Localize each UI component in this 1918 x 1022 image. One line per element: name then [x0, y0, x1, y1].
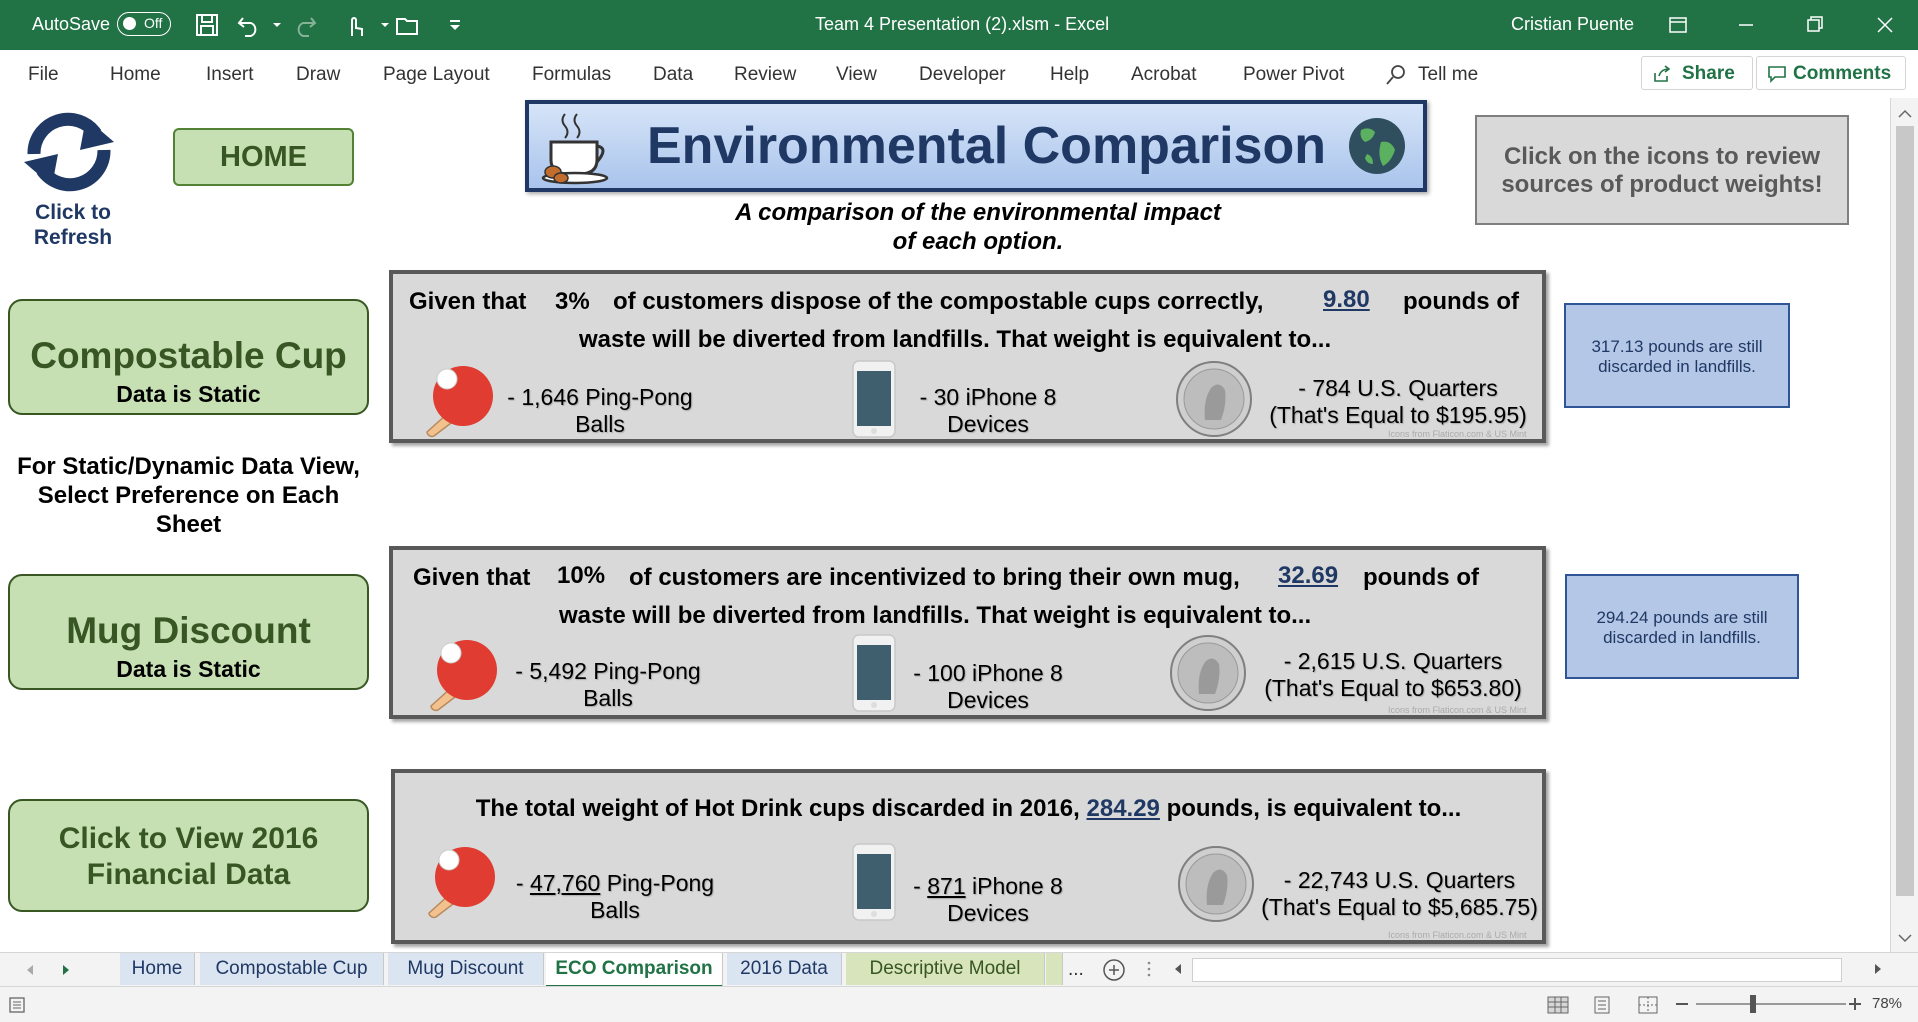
customize-toolbar-icon[interactable]	[440, 10, 460, 40]
compostable-panel: Given that 3% of customers dispose of th…	[389, 270, 1546, 443]
sheet-tab-bar: Home Compostable Cup Mug Discount ECO Co…	[0, 952, 1918, 988]
tab-mug-discount[interactable]: Mug Discount	[388, 953, 544, 985]
panel1-weight: 9.80	[1323, 286, 1370, 313]
scroll-up-icon[interactable]	[1895, 106, 1915, 122]
lightbulb-search-icon[interactable]	[1384, 63, 1408, 87]
tab-scroll-left-icon[interactable]	[22, 961, 38, 979]
total-weight-panel: The total weight of Hot Drink cups disca…	[391, 769, 1546, 944]
landfill-note-mug: 294.24 pounds are still discarded in lan…	[1565, 574, 1799, 679]
document-title: Team 4 Presentation (2).xlsm - Excel	[815, 14, 1110, 34]
refresh-label[interactable]: Click to Refresh	[14, 200, 132, 250]
new-sheet-icon[interactable]	[1102, 958, 1126, 982]
tab-scroll-right-icon[interactable]	[58, 961, 74, 979]
menu-draw[interactable]: Draw	[296, 64, 340, 86]
tab-compostable-cup[interactable]: Compostable Cup	[200, 953, 384, 985]
tab-partial[interactable]	[1046, 953, 1063, 985]
tab-home[interactable]: Home	[120, 953, 195, 985]
hscroll-right-icon[interactable]	[1870, 959, 1886, 979]
open-folder-icon[interactable]	[393, 10, 423, 40]
ping-pong-icon[interactable]	[419, 843, 499, 919]
vertical-scrollbar[interactable]	[1890, 98, 1918, 952]
financial-data-button[interactable]: Click to View 2016 Financial Data	[8, 799, 369, 912]
tab-eco-comparison[interactable]: ECO Comparison	[546, 953, 723, 988]
title-banner: Environmental Comparison	[525, 100, 1427, 192]
panel2-weight: 32.69	[1278, 562, 1339, 589]
redo-icon	[290, 10, 320, 40]
compostable-cup-button[interactable]: Compostable Cup Data is Static	[8, 299, 369, 415]
comments-button[interactable]: Comments	[1756, 56, 1906, 90]
zoom-in-icon[interactable]	[1848, 997, 1862, 1011]
quarter-coin-icon[interactable]	[1169, 634, 1247, 712]
menu-formulas[interactable]: Formulas	[532, 64, 611, 86]
title-bar: AutoSave Off Team 4 Presentation (2).xls…	[0, 0, 1918, 50]
undo-dropdown-icon[interactable]	[262, 10, 281, 40]
page-layout-view-icon[interactable]	[1590, 995, 1614, 1015]
menu-acrobat[interactable]: Acrobat	[1131, 64, 1196, 86]
menu-home[interactable]: Home	[110, 64, 161, 86]
subtitle: A comparison of the environmental impact…	[735, 199, 1221, 255]
ping-pong-icon[interactable]	[421, 636, 501, 712]
mug-discount-panel: Given that 10% of customers are incentiv…	[389, 546, 1546, 719]
worksheet-canvas: Click to Refresh HOME Environmental Comp…	[0, 98, 1890, 952]
macro-record-icon[interactable]	[8, 995, 30, 1015]
undo-icon[interactable]	[234, 10, 264, 40]
zoom-slider[interactable]	[1696, 995, 1846, 1013]
banner-title: Environmental Comparison	[647, 117, 1326, 175]
quarter-coin-icon[interactable]	[1177, 845, 1255, 923]
scroll-thumb[interactable]	[1896, 126, 1914, 896]
autosave-toggle[interactable]: Off	[117, 12, 171, 36]
menu-developer[interactable]: Developer	[919, 64, 1006, 86]
splitter-handle[interactable]	[1146, 959, 1152, 979]
touch-dropdown-icon[interactable]	[370, 10, 389, 40]
globe-icon[interactable]	[1347, 116, 1407, 176]
page-break-view-icon[interactable]	[1636, 995, 1660, 1015]
tab-2016-data[interactable]: 2016 Data	[727, 953, 842, 985]
ribbon-display-options-icon[interactable]	[1658, 6, 1698, 44]
ping-pong-icon[interactable]	[417, 362, 497, 438]
zoom-level[interactable]: 78%	[1872, 995, 1902, 1012]
scroll-down-icon[interactable]	[1895, 930, 1915, 946]
menu-file[interactable]: File	[28, 64, 59, 86]
tell-me-input[interactable]: Tell me	[1418, 64, 1478, 86]
share-icon	[1654, 65, 1671, 82]
user-name[interactable]: Cristian Puente	[1511, 14, 1634, 35]
quarter-coin-icon[interactable]	[1175, 360, 1253, 438]
more-tabs[interactable]: ...	[1068, 959, 1084, 981]
save-icon[interactable]	[192, 10, 222, 40]
home-button[interactable]: HOME	[173, 128, 354, 186]
share-button[interactable]: Share	[1641, 56, 1753, 90]
menu-data[interactable]: Data	[653, 64, 693, 86]
panel3-weight: 284.29	[1086, 795, 1160, 822]
coffee-cup-icon[interactable]	[535, 108, 615, 188]
menu-review[interactable]: Review	[734, 64, 796, 86]
mug-discount-button[interactable]: Mug Discount Data is Static	[8, 574, 369, 690]
menu-page-layout[interactable]: Page Layout	[383, 64, 490, 86]
menu-power-pivot[interactable]: Power Pivot	[1243, 64, 1344, 86]
static-dynamic-note: For Static/Dynamic Data View, Select Pre…	[17, 453, 360, 538]
restore-icon[interactable]	[1795, 6, 1835, 44]
touch-mode-icon[interactable]	[340, 10, 370, 40]
landfill-note-compostable: 317.13 pounds are still discarded in lan…	[1564, 303, 1790, 408]
refresh-icon[interactable]	[14, 108, 124, 196]
tab-descriptive-model[interactable]: Descriptive Model	[846, 953, 1045, 985]
autosave-label: AutoSave	[32, 14, 111, 34]
menu-insert[interactable]: Insert	[206, 64, 254, 86]
horizontal-scrollbar[interactable]	[1192, 958, 1842, 982]
minimize-icon[interactable]	[1726, 6, 1766, 44]
ribbon-tabs: File Home Insert Draw Page Layout Formul…	[0, 50, 1918, 99]
comment-icon	[1768, 66, 1786, 83]
close-icon[interactable]	[1865, 6, 1905, 44]
zoom-out-icon[interactable]	[1676, 1003, 1688, 1005]
menu-help[interactable]: Help	[1050, 64, 1089, 86]
zoom-slider-handle[interactable]	[1750, 995, 1756, 1013]
hscroll-left-icon[interactable]	[1170, 959, 1186, 979]
menu-view[interactable]: View	[836, 64, 877, 86]
icons-note: Click on the icons to review sources of …	[1475, 115, 1849, 225]
normal-view-icon[interactable]	[1546, 995, 1570, 1015]
status-bar: 78%	[0, 986, 1918, 1022]
